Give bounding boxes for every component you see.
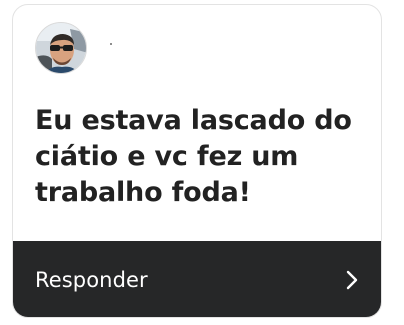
message-text: Eu estava lascado do ciátio e vc fez um … — [35, 105, 352, 208]
card-header — [13, 5, 381, 87]
message-card: Eu estava lascado do ciátio e vc fez um … — [12, 4, 382, 318]
avatar[interactable] — [35, 22, 87, 74]
chevron-right-icon — [346, 270, 358, 290]
avatar-photo-icon — [36, 23, 86, 73]
username-placeholder — [110, 43, 112, 45]
reply-button[interactable]: Responder — [13, 241, 381, 317]
reply-button-label: Responder — [35, 268, 148, 292]
